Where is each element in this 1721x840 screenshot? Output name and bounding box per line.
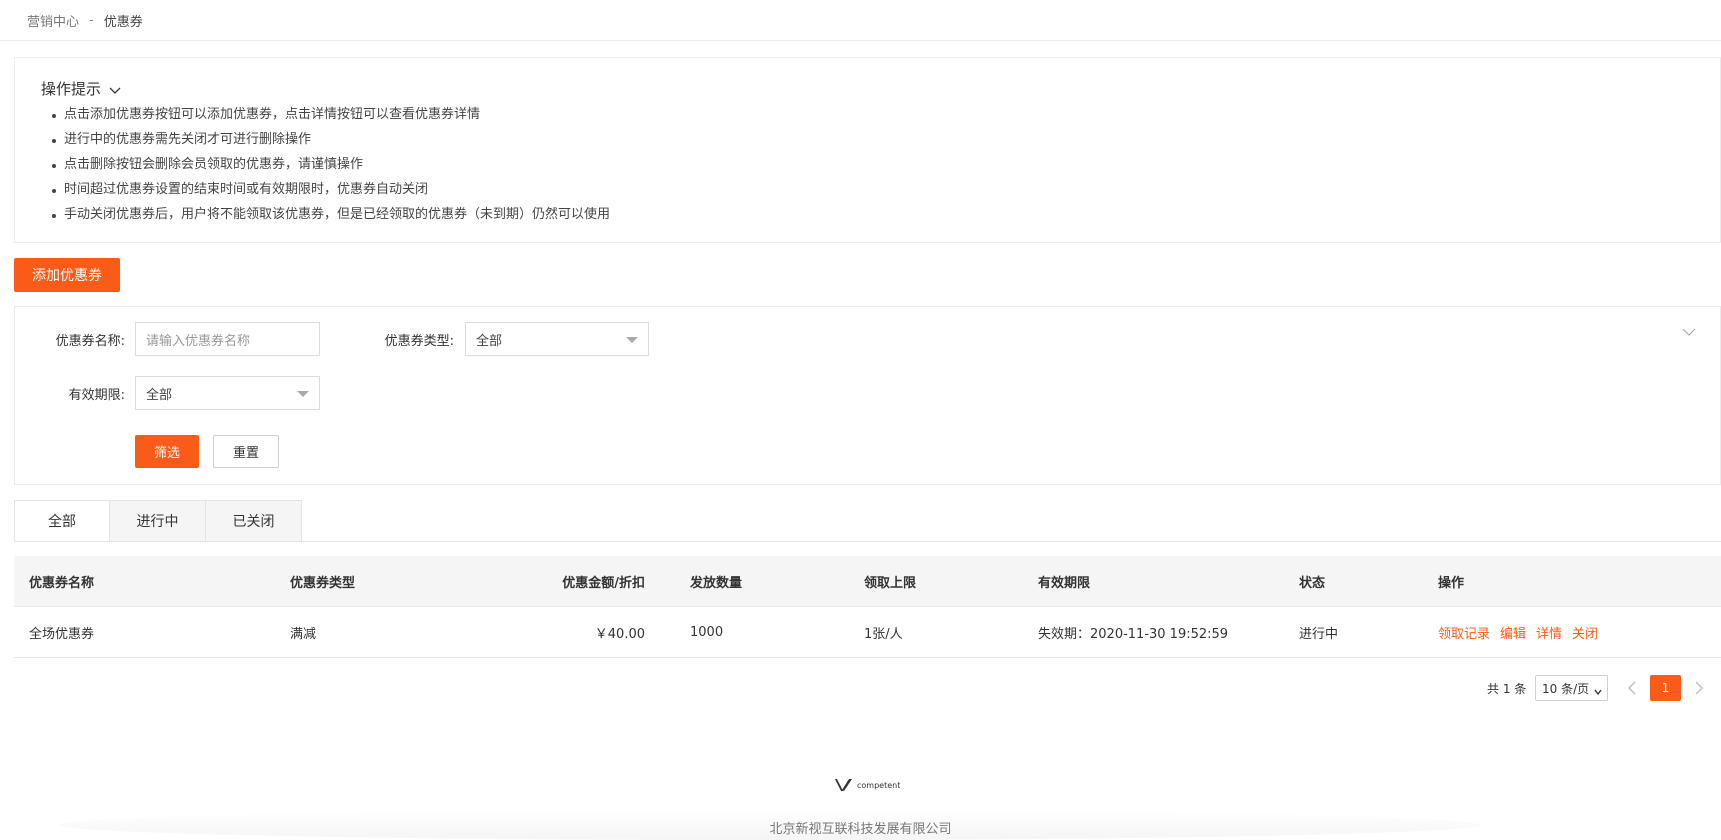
coupon-type-cell: 满减 xyxy=(290,626,317,642)
tab-in-progress[interactable]: 进行中 xyxy=(110,500,206,542)
column-header: 状态 xyxy=(1299,575,1326,591)
prev-page-icon[interactable] xyxy=(1626,680,1638,696)
page-size-value: 10 条/页 xyxy=(1542,681,1590,696)
filter-submit-button[interactable]: 筛选 xyxy=(135,435,199,468)
tips-title: 操作提示 xyxy=(41,80,102,98)
brand-logo-icon xyxy=(835,779,852,791)
tip-item: 点击删除按钮会删除会员领取的优惠券，请谨慎操作 xyxy=(51,154,610,179)
tips-toggle[interactable]: 操作提示 xyxy=(41,78,121,99)
validity-select[interactable]: 全部 xyxy=(135,376,320,410)
coupon-type-value: 全部 xyxy=(476,333,503,349)
tab-closed[interactable]: 已关闭 xyxy=(206,500,302,542)
coupon-name-input[interactable]: 请输入优惠券名称 xyxy=(135,322,320,356)
operation-tips-panel: 操作提示 点击添加优惠券按钮可以添加优惠券，点击详情按钮可以查看优惠券详情 进行… xyxy=(14,57,1721,243)
page-number-current[interactable]: 1 xyxy=(1650,675,1681,701)
edit-link[interactable]: 编辑 xyxy=(1500,623,1526,642)
coupon-name-placeholder: 请输入优惠券名称 xyxy=(146,333,251,349)
tip-item: 点击添加优惠券按钮可以添加优惠券，点击详情按钮可以查看优惠券详情 xyxy=(51,104,610,129)
tip-item: 进行中的优惠券需先关闭才可进行删除操作 xyxy=(51,129,610,154)
table-row: 全场优惠券 满减 ￥40.00 1000 1张/人 失效期：2020-11-30… xyxy=(14,607,1721,658)
breadcrumb-separator: - xyxy=(89,12,94,28)
status-tabs: 全部 进行中 已关闭 xyxy=(14,500,302,542)
tips-list: 点击添加优惠券按钮可以添加优惠券，点击详情按钮可以查看优惠券详情 进行中的优惠券… xyxy=(51,104,610,229)
claim-records-link[interactable]: 领取记录 xyxy=(1438,623,1490,642)
pagination: 共 1 条 10 条/页 1 xyxy=(0,674,1721,702)
footer-logo-text: competent xyxy=(857,780,901,790)
coupon-name-cell: 全场优惠券 xyxy=(29,626,95,642)
coupon-limit-cell: 1张/人 xyxy=(864,626,903,642)
breadcrumb-parent[interactable]: 营销中心 xyxy=(27,11,79,30)
coupon-type-select[interactable]: 全部 xyxy=(465,322,649,356)
column-header: 优惠券类型 xyxy=(290,575,356,591)
caret-down-icon xyxy=(626,337,638,343)
coupon-name-label: 优惠券名称: xyxy=(55,334,125,349)
column-header: 有效期限 xyxy=(1038,575,1091,591)
validity-label: 有效期限: xyxy=(68,388,125,403)
coupon-table: 优惠券名称 优惠券类型 优惠金额/折扣 发放数量 领取上限 有效期限 状态 操作… xyxy=(14,556,1721,658)
chevron-down-icon xyxy=(1594,685,1602,696)
actions-cell: 领取记录 编辑 详情 关闭 xyxy=(1438,607,1608,657)
close-link[interactable]: 关闭 xyxy=(1572,623,1598,642)
filter-panel: 优惠券名称: 请输入优惠券名称 优惠券类型: 全部 有效期限: 全部 筛选 重置 xyxy=(14,306,1721,485)
chevron-down-icon[interactable] xyxy=(1682,325,1696,336)
column-header: 发放数量 xyxy=(690,575,743,591)
coupon-quantity-cell: 1000 xyxy=(690,624,724,640)
breadcrumb-current: 优惠券 xyxy=(103,14,143,30)
column-header: 优惠金额/折扣 xyxy=(562,575,645,591)
details-link[interactable]: 详情 xyxy=(1536,623,1562,642)
column-header: 优惠券名称 xyxy=(29,575,95,591)
add-coupon-button[interactable]: 添加优惠券 xyxy=(14,258,120,292)
next-page-icon[interactable] xyxy=(1693,680,1705,696)
footer-company: 北京新视互联科技发展有限公司 xyxy=(769,822,952,837)
breadcrumb: 营销中心 - 优惠券 xyxy=(0,0,1721,41)
tab-all[interactable]: 全部 xyxy=(14,500,110,542)
table-header: 优惠券名称 优惠券类型 优惠金额/折扣 发放数量 领取上限 有效期限 状态 操作 xyxy=(14,556,1721,607)
chevron-down-icon xyxy=(109,83,121,95)
filter-reset-button[interactable]: 重置 xyxy=(213,435,279,468)
caret-down-icon xyxy=(297,391,309,397)
page-size-select[interactable]: 10 条/页 xyxy=(1535,675,1608,701)
coupon-amount-cell: ￥40.00 xyxy=(594,626,645,642)
coupon-status-cell: 进行中 xyxy=(1299,626,1339,642)
footer-logo: competent xyxy=(834,776,904,794)
tabs-divider xyxy=(14,541,1721,542)
tip-item: 手动关闭优惠券后，用户将不能领取该优惠券，但是已经领取的优惠券（未到期）仍然可以… xyxy=(51,204,610,229)
tip-item: 时间超过优惠券设置的结束时间或有效期限时，优惠券自动关闭 xyxy=(51,179,610,204)
total-count: 共 1 条 xyxy=(1487,682,1527,696)
validity-value: 全部 xyxy=(146,387,173,403)
column-header: 领取上限 xyxy=(864,575,917,591)
column-header: 操作 xyxy=(1438,575,1465,591)
coupon-type-label: 优惠券类型: xyxy=(384,334,454,349)
coupon-validity-cell: 失效期：2020-11-30 19:52:59 xyxy=(1038,626,1229,642)
